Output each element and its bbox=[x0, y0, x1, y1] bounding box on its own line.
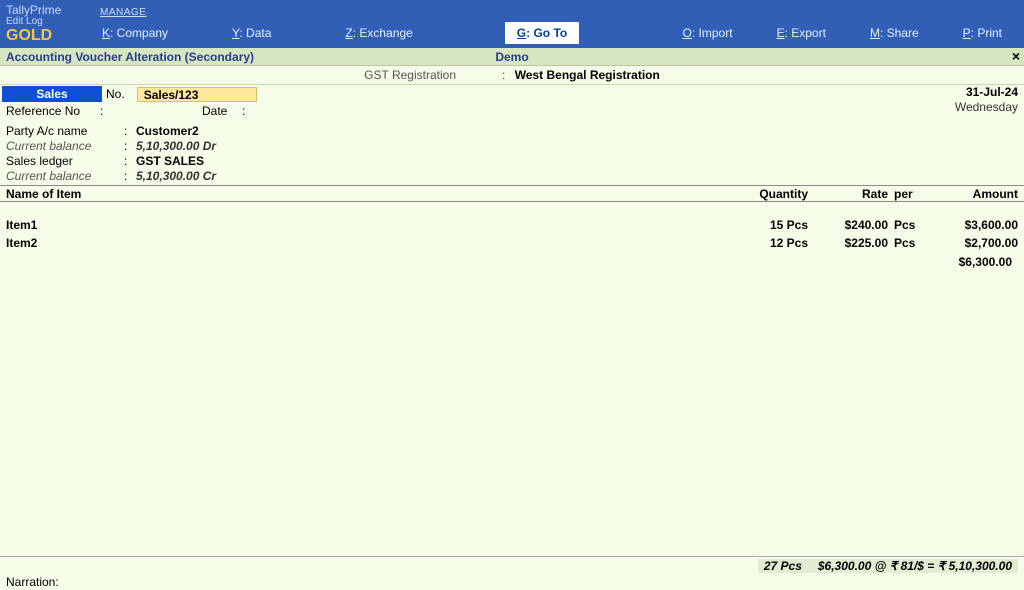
total-summary: $6,300.00 @ ₹ 81/$ = ₹ 5,10,300.00 bbox=[818, 559, 1012, 573]
gst-registration-line: GST Registration : West Bengal Registrat… bbox=[0, 66, 1024, 84]
voucher-date: 31-Jul-24 bbox=[955, 85, 1018, 100]
table-row[interactable]: Item1 15 Pcs $240.00 Pcs $3,600.00 bbox=[6, 216, 1018, 234]
total-qty: 27 Pcs bbox=[764, 559, 802, 573]
voucher-no-label: No. bbox=[106, 87, 125, 101]
footer-summary: 27 Pcs $6,300.00 @ ₹ 81/$ = ₹ 5,10,300.0… bbox=[758, 559, 1018, 573]
subtotal-amount: $6,300.00 bbox=[922, 255, 1012, 269]
gst-label: GST Registration bbox=[364, 68, 456, 82]
item-per: Pcs bbox=[888, 218, 928, 232]
party-balance-label: Current balance bbox=[6, 139, 124, 153]
title-bar: Accounting Voucher Alteration (Secondary… bbox=[0, 48, 1024, 66]
items-table-body: Item1 15 Pcs $240.00 Pcs $3,600.00 Item2… bbox=[0, 202, 1024, 272]
narration-label: Narration: bbox=[6, 575, 59, 589]
item-name: Item1 bbox=[6, 218, 728, 232]
menu-import[interactable]: O: Import bbox=[671, 22, 745, 44]
brand-block: TallyPrime Edit Log GOLD bbox=[0, 0, 90, 48]
voucher-no-input[interactable]: Sales/123 bbox=[137, 87, 257, 102]
sales-ledger-balance-value: 5,10,300.00 Cr bbox=[136, 169, 216, 183]
menu-export[interactable]: E: Export bbox=[765, 22, 838, 44]
voucher-day: Wednesday bbox=[955, 100, 1018, 115]
menu-exchange[interactable]: Z: Exchange bbox=[333, 22, 424, 44]
voucher-type-badge[interactable]: Sales bbox=[2, 86, 102, 102]
col-amount: Amount bbox=[928, 187, 1018, 201]
manage-label[interactable]: MANAGE bbox=[100, 7, 146, 18]
col-per: per bbox=[888, 187, 928, 201]
voucher-date-block: 31-Jul-24 Wednesday bbox=[955, 85, 1018, 115]
item-rate: $240.00 bbox=[808, 218, 888, 232]
item-amount: $2,700.00 bbox=[928, 236, 1018, 250]
page-title: Accounting Voucher Alteration (Secondary… bbox=[6, 50, 254, 64]
brand-name: TallyPrime bbox=[6, 4, 90, 16]
top-bar: TallyPrime Edit Log GOLD MANAGE K: Compa… bbox=[0, 0, 1024, 48]
menu-share[interactable]: M: Share bbox=[858, 22, 931, 44]
table-row[interactable]: Item2 12 Pcs $225.00 Pcs $2,700.00 bbox=[6, 234, 1018, 252]
sales-ledger-balance-label: Current balance bbox=[6, 169, 124, 183]
footer: 27 Pcs $6,300.00 @ ₹ 81/$ = ₹ 5,10,300.0… bbox=[0, 556, 1024, 590]
menu-company[interactable]: K: Company bbox=[90, 22, 180, 44]
gst-value: West Bengal Registration bbox=[515, 68, 660, 82]
item-qty: 15 Pcs bbox=[728, 218, 808, 232]
close-icon[interactable]: × bbox=[1012, 48, 1020, 64]
menu-print[interactable]: P: Print bbox=[951, 22, 1014, 44]
brand-subtitle: Edit Log bbox=[6, 17, 90, 27]
reference-no-label: Reference No bbox=[6, 104, 100, 118]
items-table-header: Name of Item Quantity Rate per Amount bbox=[0, 185, 1024, 202]
brand-edition: GOLD bbox=[6, 28, 90, 44]
party-label: Party A/c name bbox=[6, 124, 124, 138]
sales-ledger-label: Sales ledger bbox=[6, 154, 124, 168]
menu-bar: MANAGE K: Company Y: Data Z: Exchange G:… bbox=[90, 0, 1024, 48]
item-per: Pcs bbox=[888, 236, 928, 250]
item-rate: $225.00 bbox=[808, 236, 888, 250]
menu-data[interactable]: Y: Data bbox=[220, 22, 283, 44]
item-qty: 12 Pcs bbox=[728, 236, 808, 250]
item-name: Item2 bbox=[6, 236, 728, 250]
date-label: Date bbox=[202, 104, 242, 118]
menu-goto[interactable]: G: Go To bbox=[505, 22, 579, 44]
col-rate: Rate bbox=[808, 187, 888, 201]
item-amount: $3,600.00 bbox=[928, 218, 1018, 232]
party-value[interactable]: Customer2 bbox=[136, 124, 199, 138]
voucher-header: Sales No. Sales/123 31-Jul-24 Wednesday … bbox=[0, 84, 1024, 185]
sales-ledger-value[interactable]: GST SALES bbox=[136, 154, 204, 168]
subtotal-row: $6,300.00 bbox=[6, 252, 1018, 272]
col-quantity: Quantity bbox=[728, 187, 808, 201]
col-name: Name of Item bbox=[6, 187, 728, 201]
party-balance-value: 5,10,300.00 Dr bbox=[136, 139, 216, 153]
